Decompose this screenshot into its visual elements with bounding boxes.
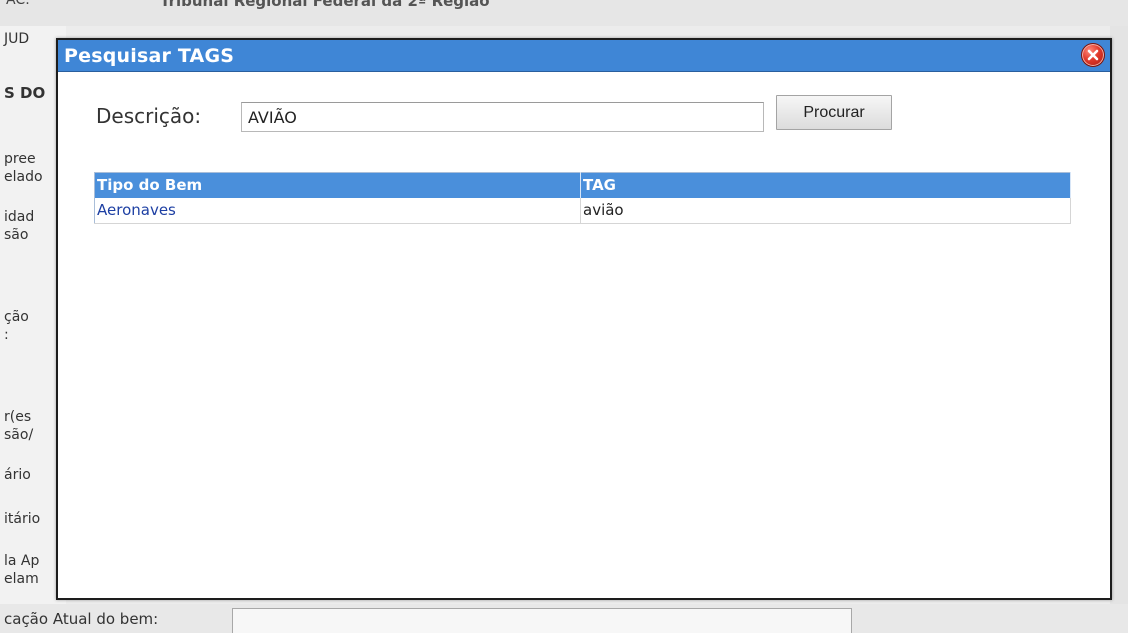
column-header-asset-type[interactable]: Tipo do Bem (94, 172, 581, 198)
description-label: Descrição: (96, 104, 202, 128)
background-header-label: AC: (6, 0, 30, 8)
background-header: AC: Tribunal Regional Federal da 2ª Regi… (0, 0, 1128, 26)
background-label: pree (4, 151, 36, 167)
background-label: itário (4, 511, 41, 527)
background-label: elado (4, 169, 43, 185)
background-label: ção (4, 309, 29, 325)
tag-cell: avião (580, 197, 1071, 224)
column-header-tag[interactable]: TAG (580, 172, 1071, 198)
dialog-header: Pesquisar TAGS (58, 40, 1110, 72)
background-org-name: Tribunal Regional Federal da 2ª Região (160, 0, 490, 10)
background-bottom-label: cação Atual do bem: (4, 610, 159, 628)
background-label: idad (4, 209, 35, 225)
background-label: são (4, 227, 29, 243)
results-table: Tipo do Bem TAG Aeronaves avião (94, 172, 1071, 224)
table-row[interactable]: Aeronaves avião (94, 197, 1071, 224)
dialog-title: Pesquisar TAGS (64, 45, 235, 67)
background-right-edge (1110, 26, 1128, 606)
asset-type-link[interactable]: Aeronaves (94, 197, 581, 224)
description-input[interactable] (241, 102, 764, 132)
background-bottom-field (232, 608, 852, 633)
background-bottom-row: cação Atual do bem: (0, 604, 1128, 633)
background-label: r(es (4, 409, 32, 425)
background-label: : (4, 327, 9, 343)
background-label: elam (4, 571, 39, 587)
background-label: JUD (4, 31, 30, 47)
search-tags-dialog: Pesquisar TAGS Descrição: Procurar Tipo … (56, 38, 1112, 600)
search-button[interactable]: Procurar (776, 95, 892, 130)
background-label: ário (4, 467, 31, 483)
close-icon[interactable] (1081, 43, 1105, 67)
background-label: S DO (4, 84, 46, 102)
background-label: são/ (4, 427, 34, 443)
background-label: la Ap (4, 553, 40, 569)
table-header-row: Tipo do Bem TAG (94, 172, 1071, 198)
close-x-glyph (1087, 49, 1099, 61)
